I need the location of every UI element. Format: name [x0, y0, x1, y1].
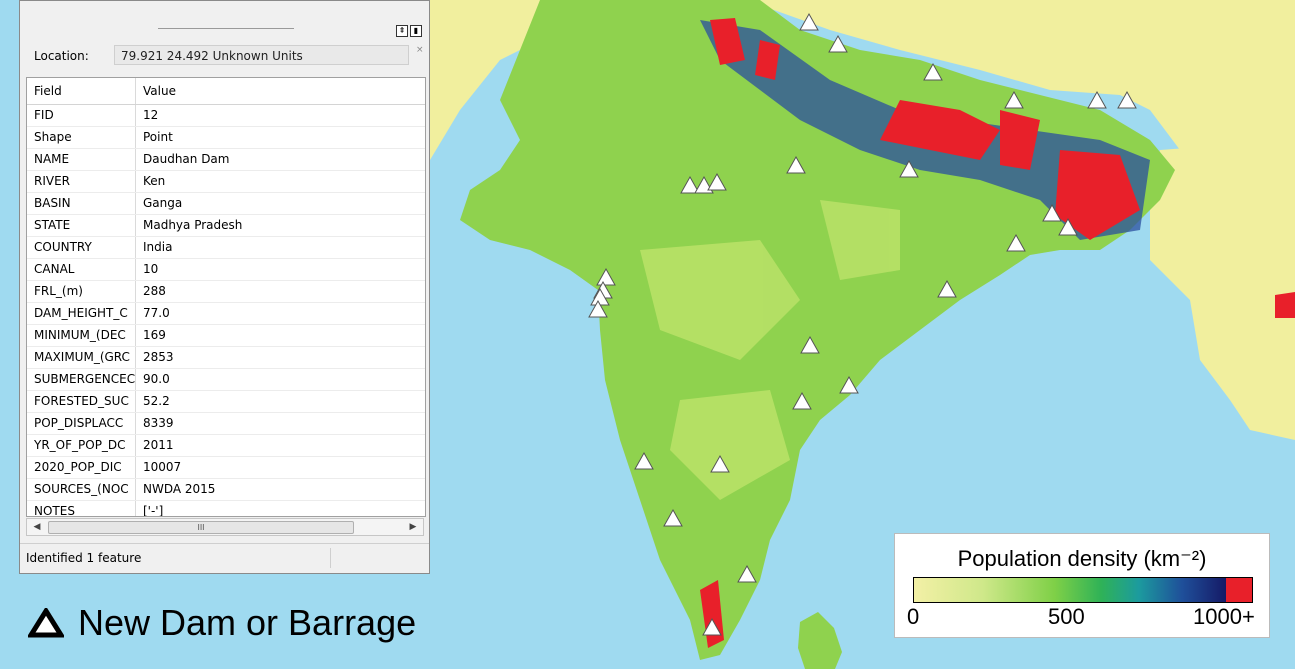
row-field: DAM_HEIGHT_C — [27, 303, 136, 324]
row-value: NWDA 2015 — [143, 482, 216, 496]
dam-legend-label: New Dam or Barrage — [78, 602, 417, 643]
row-value: Daudhan Dam — [143, 152, 230, 166]
table-row[interactable]: FID 12 — [27, 105, 425, 127]
row-field: FRL_(m) — [27, 281, 136, 302]
row-value: 52.2 — [143, 394, 170, 408]
table-row[interactable]: DAM_HEIGHT_C 77.0 — [27, 303, 425, 325]
row-field: FORESTED_SUC — [27, 391, 136, 412]
row-value: 8339 — [143, 416, 174, 430]
status-bar: Identified 1 feature — [20, 543, 429, 573]
population-colorbar — [913, 577, 1253, 603]
table-row[interactable]: MINIMUM_(DEC 169 — [27, 325, 425, 347]
row-value: 77.0 — [143, 306, 170, 320]
table-row[interactable]: 2020_POP_DIC 10007 — [27, 457, 425, 479]
row-value: Madhya Pradesh — [143, 218, 243, 232]
location-close-icon[interactable]: × — [416, 45, 424, 55]
status-text: Identified 1 feature — [26, 551, 142, 565]
table-row[interactable]: YR_OF_POP_DC 2011 — [27, 435, 425, 457]
status-divider — [330, 548, 331, 568]
tick-label-500: 500 — [1048, 604, 1085, 629]
row-field: YR_OF_POP_DC — [27, 435, 136, 456]
table-row[interactable]: CANAL 10 — [27, 259, 425, 281]
scroll-thumb[interactable]: III — [48, 521, 354, 534]
location-field[interactable]: 79.921 24.492 Unknown Units — [114, 45, 409, 65]
location-row: Location: 79.921 24.492 Unknown Units × — [26, 45, 426, 67]
row-field: STATE — [27, 215, 136, 236]
table-row[interactable]: SOURCES_(NOC NWDA 2015 — [27, 479, 425, 501]
column-header-value[interactable]: Value — [136, 78, 425, 104]
row-value: 10 — [143, 262, 159, 276]
row-field: RIVER — [27, 171, 136, 192]
row-value: 2011 — [143, 438, 174, 452]
row-value: 10007 — [143, 460, 182, 474]
row-value: 90.0 — [143, 372, 170, 386]
colorbar-gradient — [914, 578, 1226, 602]
scroll-right-icon[interactable]: ▶ — [405, 519, 421, 535]
table-row[interactable]: SUBMERGENCEC 90.0 — [27, 369, 425, 391]
row-value: India — [143, 240, 173, 254]
row-value: ['-'] — [143, 504, 164, 517]
row-field: SUBMERGENCEC — [27, 369, 136, 390]
dam-legend: New Dam or Barrage — [28, 600, 416, 646]
horizontal-scrollbar[interactable]: ◀ III ▶ — [26, 518, 424, 536]
table-row[interactable]: NAME Daudhan Dam — [27, 149, 425, 171]
grip-line — [158, 28, 294, 29]
row-field: NAME — [27, 149, 136, 170]
table-row[interactable]: MAXIMUM_(GRC 2853 — [27, 347, 425, 369]
row-value: 2853 — [143, 350, 174, 364]
table-row[interactable]: NOTES ['-'] — [27, 501, 425, 517]
row-value: 288 — [143, 284, 166, 298]
population-legend: Population density (km⁻²) 0 500 1000+ — [894, 533, 1270, 638]
table-row[interactable]: FRL_(m) 288 — [27, 281, 425, 303]
table-row[interactable]: POP_DISPLACC 8339 — [27, 413, 425, 435]
row-field: Shape — [27, 127, 136, 148]
row-field: POP_DISPLACC — [27, 413, 136, 434]
row-field: SOURCES_(NOC — [27, 479, 136, 500]
location-label: Location: — [34, 49, 89, 63]
row-value: 12 — [143, 108, 159, 122]
row-field: NOTES — [27, 501, 136, 516]
autohide-button[interactable]: ⇞ — [396, 25, 408, 37]
row-field: COUNTRY — [27, 237, 136, 258]
table-row[interactable]: STATE Madhya Pradesh — [27, 215, 425, 237]
tick-label-0: 0 — [907, 604, 920, 629]
row-field: CANAL — [27, 259, 136, 280]
window-grip[interactable]: ⇞ ▮ — [20, 23, 429, 37]
row-field: BASIN — [27, 193, 136, 214]
row-field: MINIMUM_(DEC — [27, 325, 136, 346]
triangle-outline-icon — [28, 608, 64, 638]
pin-button[interactable]: ▮ — [410, 25, 422, 37]
column-header-field[interactable]: Field — [27, 78, 136, 104]
colorbar-ticks: 0 500 1000+ — [895, 604, 1269, 634]
table-row[interactable]: RIVER Ken — [27, 171, 425, 193]
row-value: Ganga — [143, 196, 183, 210]
row-value: Ken — [143, 174, 166, 188]
table-header: Field Value — [27, 78, 425, 105]
identify-results-window[interactable]: ⇞ ▮ Location: 79.921 24.492 Unknown Unit… — [19, 0, 430, 574]
colorbar-max-swatch — [1226, 578, 1252, 602]
table-body: FID 12 Shape Point NAME Daudhan Dam RIVER Ken BA… — [27, 105, 425, 517]
row-field: 2020_POP_DIC — [27, 457, 136, 478]
table-row[interactable]: FORESTED_SUC 52.2 — [27, 391, 425, 413]
table-row[interactable]: COUNTRY India — [27, 237, 425, 259]
scroll-left-icon[interactable]: ◀ — [29, 519, 45, 535]
tick-label-1000plus: 1000+ — [1193, 604, 1255, 629]
row-field: FID — [27, 105, 136, 126]
row-value: 169 — [143, 328, 166, 342]
row-field: MAXIMUM_(GRC — [27, 347, 136, 368]
row-value: Point — [143, 130, 173, 144]
population-legend-title: Population density (km⁻²) — [957, 546, 1207, 571]
table-row[interactable]: BASIN Ganga — [27, 193, 425, 215]
attribute-table[interactable]: Field Value FID 12 Shape Point NAME Daudhan D… — [26, 77, 426, 517]
table-row[interactable]: Shape Point — [27, 127, 425, 149]
